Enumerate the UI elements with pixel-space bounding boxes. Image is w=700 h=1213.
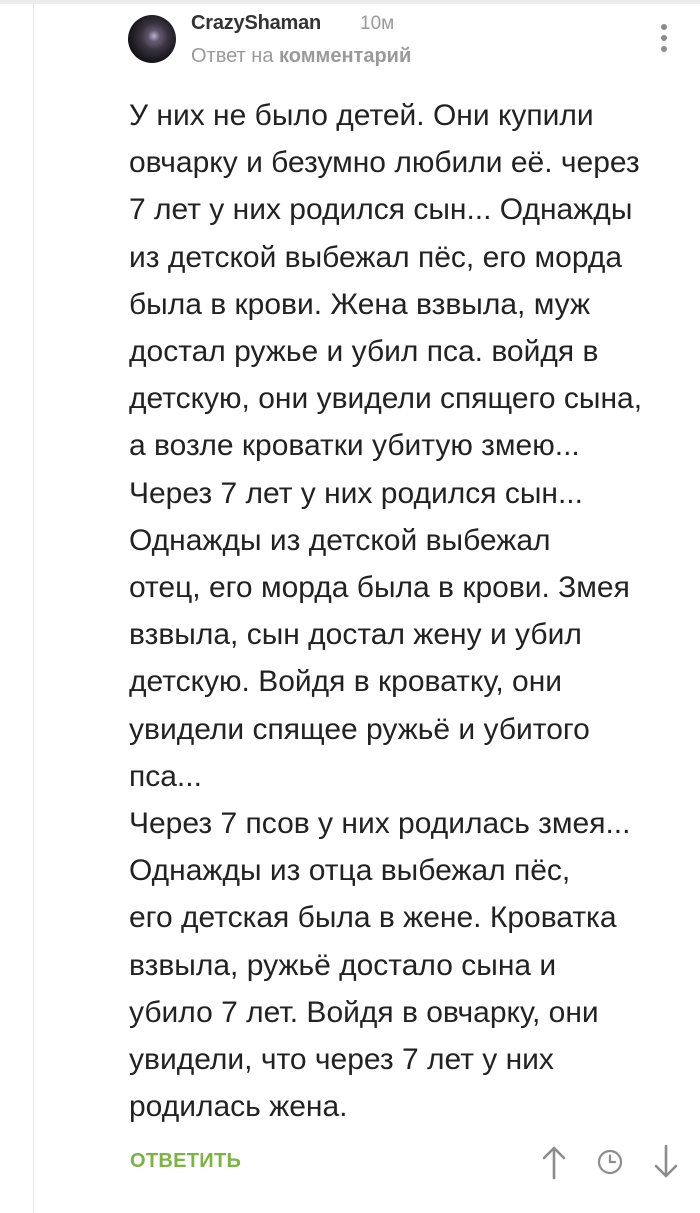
- clock-icon[interactable]: [596, 1148, 624, 1176]
- comment-body-line: увидели спящее ружьё и убитого: [129, 712, 590, 746]
- comment-body-line: Через 7 псов у них родилась змея...: [129, 807, 631, 841]
- reply-button[interactable]: ОТВЕТИТЬ: [130, 1150, 241, 1173]
- comment-body-line: пса...: [129, 759, 202, 793]
- comment-body-line: а возле кроватки убитую змею...: [129, 429, 580, 463]
- comment-body-line: Через 7 лет у них родился сын...: [129, 476, 583, 510]
- menu-dot: [661, 35, 667, 41]
- comment-body-line: У них не было детей. Они купили: [129, 99, 594, 132]
- comment-body-line: отец, его морда была в крови. Змея: [129, 571, 630, 605]
- avatar[interactable]: [128, 15, 176, 63]
- comment-body-line: увидели, что через 7 лет у них: [129, 1043, 554, 1077]
- comment-body-line: 7 лет у них родился сын... Однажды: [129, 193, 633, 227]
- reply-to-link[interactable]: комментарий: [279, 45, 411, 67]
- menu-dot: [661, 46, 667, 52]
- more-vertical-icon[interactable]: [656, 22, 672, 56]
- menu-dot: [661, 24, 667, 30]
- comment-body-line: убило 7 лет. Войдя в овчарку, они: [129, 995, 599, 1029]
- comment-body-line: детскую, они увидели спящего сына,: [129, 382, 643, 416]
- reply-to-prefix: Ответ на: [191, 45, 274, 67]
- arrow-up-icon[interactable]: [539, 1144, 569, 1180]
- comment-body-line: была в крови. Жена взвыла, муж: [129, 287, 591, 321]
- comment: CrazyShaman 10м Ответ на комментарий У н…: [34, 0, 700, 1213]
- comment-body-line: овчарку и безумно любили её. через: [129, 146, 640, 180]
- comment-body-line: взвыла, ружьё достало сына и: [129, 948, 557, 982]
- comment-body-line: его детская была в жене. Кроватка: [129, 901, 617, 935]
- author-name[interactable]: CrazyShaman: [191, 12, 321, 35]
- comment-body-line: взвыла, сын достал жену и убил: [129, 618, 582, 652]
- comment-body-line: достал ружье и убил пса. войдя в: [129, 335, 599, 369]
- comment-time: 10м: [360, 13, 395, 34]
- arrow-down-icon[interactable]: [651, 1144, 681, 1180]
- comment-body-line: Однажды из отца выбежал пёс,: [129, 854, 571, 888]
- comment-body-line: родилась жена.: [129, 1090, 348, 1124]
- comment-header: CrazyShaman 10м Ответ на комментарий: [34, 0, 700, 80]
- comment-body-line: детскую. Войдя в кроватку, они: [129, 665, 563, 699]
- reply-to-line: Ответ на комментарий: [191, 45, 411, 68]
- comment-body: У них не было детей. Они купили овчарку и…: [129, 92, 694, 1130]
- comment-body-line: Однажды из детской выбежал: [129, 523, 551, 557]
- comment-footer: ОТВЕТИТЬ: [34, 1140, 700, 1184]
- comment-body-line: из детской выбежал пёс, его морда: [129, 240, 623, 274]
